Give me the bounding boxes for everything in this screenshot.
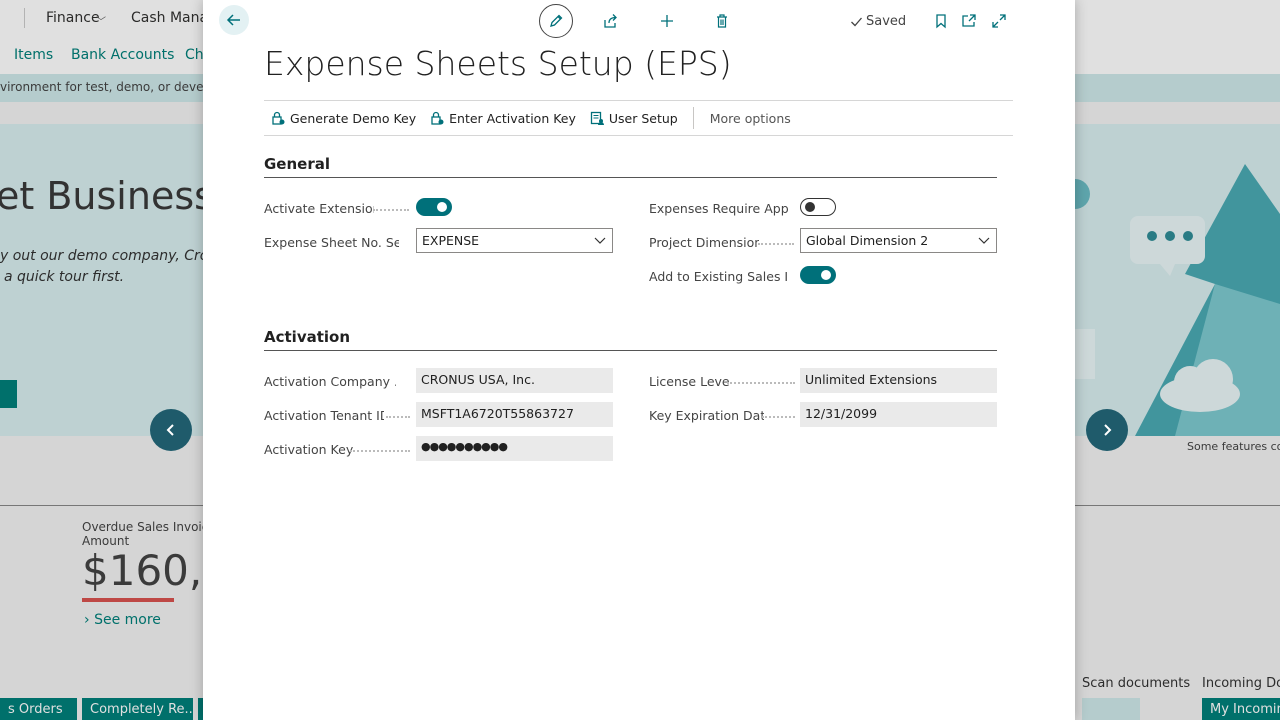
key-expiration-date-label: Key Expiration Date xyxy=(649,408,764,423)
toggle-knob xyxy=(821,270,831,280)
project-dimension-label: Project Dimension xyxy=(649,235,759,250)
delete-button[interactable] xyxy=(707,6,737,36)
checkmark-icon xyxy=(851,17,862,27)
activation-company-field[interactable]: CRONUS USA, Inc. xyxy=(416,368,613,393)
pencil-icon xyxy=(550,14,563,27)
page-title: Expense Sheets Setup (EPS) xyxy=(264,44,732,83)
expand-icon xyxy=(992,14,1006,28)
bookmark-button[interactable] xyxy=(926,6,956,36)
field-leader xyxy=(758,243,794,245)
section-activation-title[interactable]: Activation xyxy=(264,328,350,346)
action-bar: Generate Demo Key Enter Activation Key U… xyxy=(264,100,1013,136)
back-button[interactable] xyxy=(219,5,249,35)
field-leader xyxy=(373,209,409,211)
project-dimension-value: Global Dimension 2 xyxy=(806,233,929,248)
activate-extension-toggle[interactable] xyxy=(416,198,452,216)
saved-label: Saved xyxy=(866,14,907,29)
license-level-label: License Level xyxy=(649,374,729,389)
add-to-existing-sales-toggle[interactable] xyxy=(800,266,836,284)
generate-demo-key-button[interactable]: Generate Demo Key xyxy=(264,101,423,135)
expense-sheet-no-series-value: EXPENSE xyxy=(422,233,480,248)
new-button[interactable] xyxy=(652,6,682,36)
license-level-field[interactable]: Unlimited Extensions xyxy=(800,368,997,393)
enter-activation-key-button[interactable]: Enter Activation Key xyxy=(423,101,583,135)
add-to-existing-sales-label: Add to Existing Sales I... xyxy=(649,269,789,284)
field-leader xyxy=(386,416,410,418)
action-separator xyxy=(692,107,694,129)
generate-demo-key-label: Generate Demo Key xyxy=(290,110,417,126)
plus-icon xyxy=(661,15,673,27)
more-options-button[interactable]: More options xyxy=(702,111,799,126)
carousel-next-button[interactable] xyxy=(1086,409,1128,451)
chevron-down-icon xyxy=(594,237,606,244)
expense-sheet-no-series-label: Expense Sheet No. Se... xyxy=(264,235,399,250)
section-general-title[interactable]: General xyxy=(264,155,330,173)
carousel-prev-button[interactable] xyxy=(150,409,192,451)
open-in-new-window-icon xyxy=(962,14,976,27)
user-setup-icon xyxy=(590,111,604,125)
share-button[interactable] xyxy=(596,6,626,36)
chevron-down-icon xyxy=(978,237,990,244)
activate-extension-label: Activate Extension xyxy=(264,201,374,216)
key-expiration-date-field[interactable]: 12/31/2099 xyxy=(800,402,997,427)
arrow-left-icon xyxy=(226,14,240,26)
save-status: Saved xyxy=(850,14,906,29)
enter-activation-key-label: Enter Activation Key xyxy=(449,110,576,126)
user-setup-button[interactable]: User Setup xyxy=(583,101,685,135)
field-leader xyxy=(727,382,795,384)
section-divider xyxy=(264,350,997,351)
lock-key-icon xyxy=(431,111,444,125)
setup-dialog: Saved Expense Sheets Setup (EPS) Generat… xyxy=(203,0,1075,720)
expense-sheet-no-series-select[interactable]: EXPENSE xyxy=(416,228,613,253)
activation-tenant-id-label: Activation Tenant ID xyxy=(264,408,384,423)
field-leader xyxy=(762,416,795,418)
open-new-window-button[interactable] xyxy=(954,6,984,36)
expenses-require-approval-toggle[interactable] xyxy=(800,198,836,216)
edit-button[interactable] xyxy=(539,4,573,38)
chevron-left-icon xyxy=(166,424,174,436)
field-leader xyxy=(350,450,410,452)
share-icon xyxy=(604,14,617,28)
lock-key-icon xyxy=(272,111,285,125)
project-dimension-select[interactable]: Global Dimension 2 xyxy=(800,228,997,253)
activation-company-label: Activation Company ... xyxy=(264,374,396,389)
toggle-knob xyxy=(805,202,815,212)
trash-icon xyxy=(717,14,727,28)
activation-tenant-id-field[interactable]: MSFT1A6720T55863727 xyxy=(416,402,613,427)
chevron-right-icon xyxy=(1104,424,1112,436)
activation-key-field[interactable]: ●●●●●●●●●● xyxy=(416,436,613,461)
expand-button[interactable] xyxy=(984,6,1014,36)
expenses-require-approval-label: Expenses Require App... xyxy=(649,201,789,216)
bookmark-icon xyxy=(936,14,946,29)
activation-key-label: Activation Key xyxy=(264,442,354,457)
toggle-knob xyxy=(437,202,447,212)
section-divider xyxy=(264,177,997,178)
user-setup-label: User Setup xyxy=(608,110,678,126)
